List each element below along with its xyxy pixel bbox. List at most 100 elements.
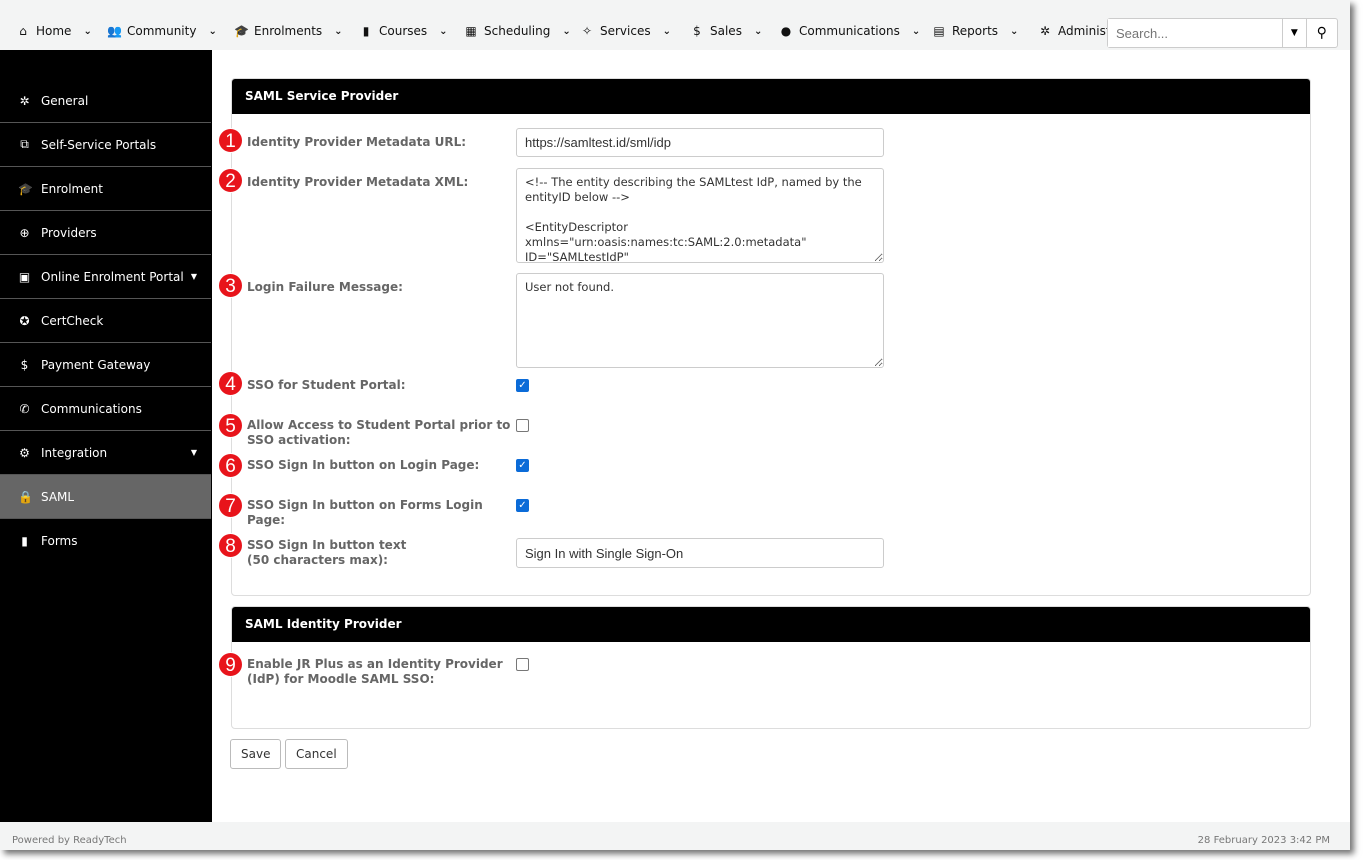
dollar-icon: $ [693,24,701,38]
allow-access-label: Allow Access to Student Portal prior to … [247,418,511,447]
nav-enrolments[interactable]: 🎓 Enrolments ⌄ [234,24,343,38]
page: ⌂ Home ⌄ 👥 Community ⌄ 🎓 Enrolments ⌄ ▮ Courses ⌄ ▦ S… [0,0,1350,850]
save-button[interactable]: Save [230,739,282,769]
sidebar-item-online-enrolment-portal[interactable]: ▣ Online Enrolment Portal ▼ [0,255,211,299]
search-box: ▼ ⚲ [1107,18,1338,48]
footer-powered-by: Powered by ReadyTech [12,835,127,846]
cogs-icon: ⚙ [19,445,30,460]
sidebar-item-payment-gateway[interactable]: $ Payment Gateway [0,343,211,387]
sidebar-item-label: Integration [41,445,108,460]
sidebar-item-label: Enrolment [41,181,103,196]
sso-login-page-checkbox[interactable]: ✓ [516,459,529,472]
sidebar-item-general[interactable]: ✲ General [0,79,211,123]
sidebar-item-label: Online Enrolment Portal [41,269,184,284]
portal-icon: ▣ [18,269,31,284]
enable-idp-label: Enable JR Plus as an Identity Provider (… [247,657,503,686]
sso-student-portal-label: SSO for Student Portal: [247,378,406,392]
sso-forms-login-label: SSO Sign In button on Forms Login Page: [247,498,483,527]
sidebar-item-forms[interactable]: ▮ Forms [0,519,211,563]
sso-student-portal-checkbox[interactable]: ✓ [516,379,529,392]
report-icon: ▤ [933,24,945,38]
sidebar-item-enrolment[interactable]: 🎓 Enrolment [0,167,211,211]
gear-icon: ✲ [1039,24,1051,38]
caret-down-icon: ▼ [190,272,197,281]
chevron-down-icon: ⌄ [911,25,921,37]
chevron-down-icon: ⌄ [83,25,92,37]
caret-down-icon: ▼ [190,448,197,457]
nav-communications[interactable]: ● Communications ⌄ [779,24,920,38]
graduation-cap-icon: 🎓 [234,24,249,38]
metadata-xml-textarea[interactable]: <!-- The entity describing the SAMLtest … [516,168,884,263]
step-number-badge: 4 [218,371,243,396]
chevron-down-icon: ⌄ [334,25,343,37]
cancel-button[interactable]: Cancel [285,739,348,769]
label-sub: (50 characters max): [247,553,388,567]
search-input[interactable] [1108,19,1282,47]
chevron-down-icon: ⌄ [1010,25,1019,37]
step-number-badge: 1 [218,128,243,153]
step-number-badge: 2 [218,168,243,193]
chevron-down-icon: ⌄ [439,25,448,37]
step-number-badge: 6 [218,453,243,478]
sidebar-item-saml[interactable]: 🔒 SAML [0,475,211,519]
copy-icon: ⧉ [20,137,29,151]
metadata-url-label: Identity Provider Metadata URL: [247,135,467,149]
chevron-down-icon: ⌄ [562,25,571,37]
nav-community[interactable]: 👥 Community ⌄ [107,24,217,38]
sso-button-text-input[interactable] [516,538,884,568]
allow-access-checkbox[interactable] [516,419,529,432]
sidebar-item-label: Communications [41,401,142,416]
metadata-url-input[interactable] [516,128,884,157]
home-icon: ⌂ [19,24,27,38]
sidebar-item-label: Self-Service Portals [41,137,157,152]
book-icon: ▮ [362,24,370,38]
sidebar: ✲ General ⧉ Self-Service Portals 🎓 Enrolment ⊕… [0,50,212,822]
footer: Powered by ReadyTech 28 February 2023 3:… [0,822,1350,850]
sso-button-text-label: SSO Sign In button text (50 characters ma… [247,538,512,568]
sidebar-item-self-service-portals[interactable]: ⧉ Self-Service Portals [0,123,211,167]
sidebar-item-label: General [41,93,89,108]
nav-reports[interactable]: ▤ Reports ⌄ [932,24,1018,38]
chevron-down-icon: ⌄ [753,25,763,37]
nav-label: Community [127,24,197,38]
sidebar-item-communications[interactable]: ✆ Communications [0,387,211,431]
metadata-xml-label: Identity Provider Metadata XML: [247,175,469,189]
nav-services[interactable]: ✧ Services ⌄ [580,24,671,38]
nav-home[interactable]: ⌂ Home ⌄ [16,24,92,38]
nav-label: Scheduling [484,24,551,38]
login-failure-textarea[interactable]: User not found. [516,273,884,368]
dollar-icon: $ [20,357,29,372]
sso-forms-login-checkbox[interactable]: ✓ [516,499,529,512]
nav-label: Home [36,24,72,38]
step-number-badge: 9 [218,652,243,677]
lock-icon: 🔒 [18,489,33,504]
sidebar-item-providers[interactable]: ⊕ Providers [0,211,211,255]
nav-sales[interactable]: $ Sales ⌄ [690,24,762,38]
step-number-badge: 7 [218,493,243,518]
sidebar-item-certcheck[interactable]: ✪ CertCheck [0,299,211,343]
enable-idp-checkbox[interactable] [516,658,529,671]
footer-timestamp: 28 February 2023 3:42 PM [1197,835,1330,846]
nav-scheduling[interactable]: ▦ Scheduling ⌄ [464,24,571,38]
sidebar-item-integration[interactable]: ⚙ Integration ▼ [0,431,211,475]
search-dropdown-caret-icon[interactable]: ▼ [1282,19,1306,47]
sidebar-item-label: CertCheck [41,313,104,328]
panel-title: SAML Identity Provider [232,607,1310,642]
comment-icon: ● [780,24,792,38]
globe-icon: ⊕ [19,225,30,240]
login-failure-label: Login Failure Message: [247,280,403,294]
nav-label: Courses [379,24,428,38]
phone-icon: ✆ [19,401,30,416]
nav-label: Enrolments [254,24,323,38]
sso-login-page-label: SSO Sign In button on Login Page: [247,458,480,472]
users-icon: 👥 [107,24,122,38]
nav-courses[interactable]: ▮ Courses ⌄ [359,24,448,38]
nav-label: Reports [952,24,999,38]
label-main: SSO Sign In button text [247,538,407,552]
search-icon[interactable]: ⚲ [1305,19,1337,47]
nav-administ[interactable]: ✲ Administ [1038,24,1111,38]
step-number-badge: 3 [218,273,243,298]
calendar-icon: ▦ [465,24,477,38]
gear-icon: ✲ [19,93,30,108]
sidebar-item-label: Providers [41,225,97,240]
